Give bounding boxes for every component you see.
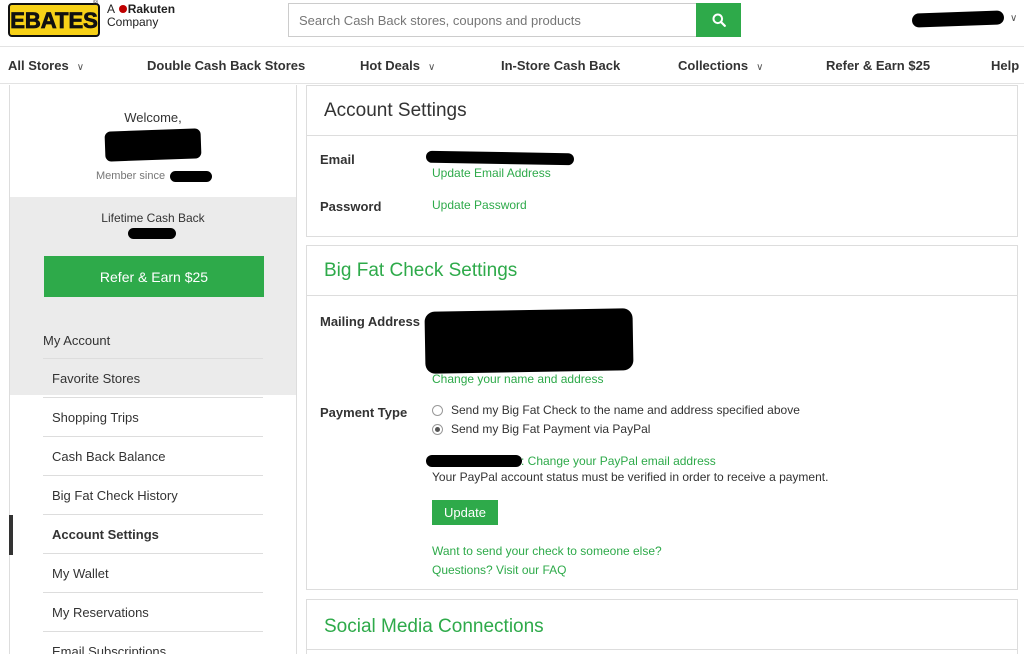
chevron-down-icon: ∨ — [756, 62, 764, 73]
account-settings-title: Account Settings — [307, 86, 1017, 136]
radio-check[interactable] — [432, 404, 443, 416]
send-check-link[interactable]: Want to send your check to someone else? — [432, 544, 662, 558]
nav-label: Double Cash Back Stores — [147, 58, 306, 73]
nav-label: Hot Deals — [360, 58, 420, 73]
mailing-address-label: Mailing Address — [320, 314, 420, 329]
account-sidebar: Welcome, Member since Lifetime Cash Back… — [9, 85, 297, 654]
update-password-link[interactable]: Update Password — [432, 198, 527, 212]
faq-link[interactable]: Questions? Visit our FAQ — [432, 563, 567, 577]
change-paypal-email-link[interactable]: : Change your PayPal email address — [521, 454, 716, 468]
password-label: Password — [320, 199, 382, 214]
company-prefix: A — [107, 2, 115, 16]
user-name-redacted — [104, 128, 202, 162]
lifetime-amount-redacted — [128, 228, 176, 239]
rakuten-icon — [118, 5, 127, 13]
company-name: Rakuten — [127, 2, 176, 16]
nav-refer-earn[interactable]: Refer & Earn $25 — [826, 58, 930, 73]
big-fat-check-card: Big Fat Check Settings Mailing Address C… — [306, 245, 1018, 590]
search-icon — [712, 13, 726, 27]
nav-label: Help — [991, 58, 1020, 73]
payment-type-label: Payment Type — [320, 405, 408, 420]
chevron-down-icon: ∨ — [76, 62, 85, 73]
ebates-logo[interactable]: EBATES — [8, 3, 100, 37]
paypal-note: Your PayPal account status must be verif… — [432, 470, 829, 484]
sidebar-item-account-settings[interactable]: Account Settings — [43, 514, 263, 553]
logo-text: EBATES — [10, 8, 98, 33]
trademark: ® — [93, 0, 99, 7]
email-label: Email — [320, 152, 355, 167]
top-bar: EBATES ® A Rakuten Company ∨ — [0, 0, 1024, 44]
payment-option-paypal[interactable]: Send my Big Fat Payment via PayPal — [432, 422, 650, 436]
nav-label: In-Store Cash Back — [501, 58, 621, 73]
refer-earn-button[interactable]: Refer & Earn $25 — [44, 256, 264, 297]
mailing-address-redacted — [424, 308, 634, 374]
nav-label: Refer & Earn $25 — [826, 58, 931, 73]
sidebar-item-shopping-trips[interactable]: Shopping Trips — [43, 397, 263, 436]
option-paypal-label: Send my Big Fat Payment via PayPal — [451, 422, 651, 436]
rakuten-company: A Rakuten Company — [107, 3, 175, 29]
nav-all-stores[interactable]: All Stores ∨ — [8, 58, 84, 73]
company-suffix: Company — [107, 15, 159, 29]
sidebar-item-big-fat-check-history[interactable]: Big Fat Check History — [43, 475, 263, 514]
sidebar-item-my-wallet[interactable]: My Wallet — [43, 553, 263, 592]
radio-paypal[interactable] — [432, 423, 443, 435]
chevron-down-icon[interactable]: ∨ — [1010, 13, 1017, 24]
payment-option-check[interactable]: Send my Big Fat Check to the name and ad… — [432, 403, 800, 417]
welcome-text: Welcome, — [124, 110, 182, 125]
search-button[interactable] — [696, 3, 741, 37]
sidebar-item-favorite-stores[interactable]: Favorite Stores — [43, 358, 263, 397]
lifetime-cash-back-label: Lifetime Cash Back — [101, 211, 205, 225]
nav-label: Collections — [678, 58, 749, 73]
member-date-redacted — [170, 171, 212, 182]
email-redacted — [425, 150, 575, 166]
search-input[interactable] — [288, 3, 696, 37]
menu-title-my-account[interactable]: My Account — [43, 333, 110, 348]
option-check-label: Send my Big Fat Check to the name and ad… — [451, 403, 800, 417]
update-email-link[interactable]: Update Email Address — [432, 166, 551, 180]
big-fat-check-title: Big Fat Check Settings — [307, 246, 1017, 296]
main-nav: All Stores ∨ Double Cash Back Stores Hot … — [0, 46, 1024, 84]
change-address-link[interactable]: Change your name and address — [432, 372, 603, 386]
update-button[interactable]: Update — [432, 500, 498, 525]
nav-in-store[interactable]: In-Store Cash Back — [501, 58, 620, 73]
chevron-down-icon: ∨ — [427, 62, 436, 73]
active-indicator — [9, 515, 13, 555]
social-media-card: Social Media Connections — [306, 599, 1018, 654]
paypal-email-redacted — [426, 455, 522, 467]
nav-help[interactable]: Help — [991, 58, 1019, 73]
sidebar-item-my-reservations[interactable]: My Reservations — [43, 592, 263, 631]
member-since: Member since — [96, 170, 166, 182]
nav-label: All Stores — [8, 58, 69, 73]
nav-collections[interactable]: Collections ∨ — [678, 58, 763, 73]
account-settings-card: Account Settings Email Update Email Addr… — [306, 85, 1018, 237]
nav-double-cash-back[interactable]: Double Cash Back Stores — [147, 58, 305, 73]
social-media-title: Social Media Connections — [307, 600, 1017, 650]
nav-hot-deals[interactable]: Hot Deals ∨ — [360, 58, 435, 73]
sidebar-item-cash-back-balance[interactable]: Cash Back Balance — [43, 436, 263, 475]
user-name-redacted[interactable] — [911, 10, 1005, 28]
sidebar-item-email-subscriptions[interactable]: Email Subscriptions — [43, 631, 263, 654]
